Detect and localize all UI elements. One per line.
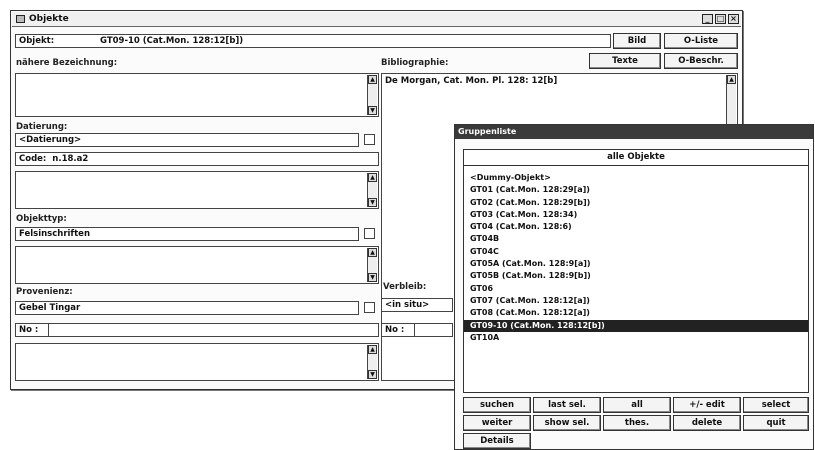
quit-button[interactable]: quit xyxy=(743,415,809,431)
list-item[interactable]: GT09-10 (Cat.Mon. 128:12[b]) xyxy=(464,319,808,332)
select-button[interactable]: select xyxy=(743,397,809,413)
texte-button[interactable]: Texte xyxy=(589,53,661,69)
details-button[interactable]: Details xyxy=(463,433,531,449)
code-scrollbar[interactable]: ▲ ▼ xyxy=(367,173,377,207)
code-field[interactable]: Code: n.18.a2 xyxy=(15,152,379,166)
scroll-up-icon[interactable]: ▲ xyxy=(368,345,377,354)
objekttyp-textarea[interactable]: ▲ ▼ xyxy=(15,246,379,284)
code-value: n.18.a2 xyxy=(52,154,89,164)
scroll-up-icon[interactable]: ▲ xyxy=(368,75,377,84)
title-bar[interactable]: Objekte _ □ × xyxy=(12,12,741,27)
list-item[interactable]: GT01 (Cat.Mon. 128:29[a]) xyxy=(464,184,808,196)
objekt-label: Objekt: xyxy=(19,36,55,46)
maximize-button[interactable]: □ xyxy=(715,14,726,24)
no-divider xyxy=(48,324,49,336)
no-divider-right xyxy=(414,324,415,336)
objekttyp-field[interactable]: Felsinschriften xyxy=(15,227,359,241)
list-item[interactable]: GT06 xyxy=(464,283,808,295)
bild-button[interactable]: Bild xyxy=(613,33,661,49)
scroll-down-icon[interactable]: ▼ xyxy=(368,370,377,379)
list-item[interactable]: GT04 (Cat.Mon. 128:6) xyxy=(464,221,808,233)
bibliographie-value: De Morgan, Cat. Mon. Pl. 128: 12[b] xyxy=(385,76,558,86)
show-sel-button[interactable]: show sel. xyxy=(533,415,601,431)
scroll-up-icon[interactable]: ▲ xyxy=(727,75,736,84)
objekt-value: GT09-10 (Cat.Mon. 128:12[b]) xyxy=(100,36,244,46)
objekttyp-label: Objekttyp: xyxy=(16,214,67,224)
provenienz-field[interactable]: Gebel Tingar xyxy=(15,301,359,315)
code-label: Code: xyxy=(19,154,47,164)
list-item[interactable]: GT04C xyxy=(464,246,808,258)
provenienz-label: Provenienz: xyxy=(16,287,73,297)
gruppenliste-window: Gruppenliste alle Objekte <Dummy-Objekt>… xyxy=(454,124,814,450)
all-button[interactable]: all xyxy=(603,397,671,413)
code-textarea[interactable]: ▲ ▼ xyxy=(15,171,379,209)
scroll-up-icon[interactable]: ▲ xyxy=(368,248,377,257)
no-label-right: No : xyxy=(385,325,405,335)
naehere-bezeichnung-label: nähere Bezeichnung: xyxy=(16,58,118,68)
list-item[interactable]: GT05A (Cat.Mon. 128:9[a]) xyxy=(464,258,808,270)
suchen-button[interactable]: suchen xyxy=(463,397,531,413)
object-list[interactable]: alle Objekte <Dummy-Objekt> GT01 (Cat.Mon… xyxy=(463,149,809,393)
list-item[interactable]: GT03 (Cat.Mon. 128:34) xyxy=(464,209,808,221)
scroll-down-icon[interactable]: ▼ xyxy=(368,198,377,207)
verbleib-field[interactable]: <in situ> xyxy=(381,298,453,312)
objekttyp-scrollbar[interactable]: ▲ ▼ xyxy=(367,248,377,282)
objekt-field[interactable]: Objekt: GT09-10 (Cat.Mon. 128:12[b]) xyxy=(15,34,611,48)
gruppenliste-title-bar[interactable]: Gruppenliste xyxy=(455,125,813,139)
window-icon xyxy=(16,15,25,23)
o-beschr-button[interactable]: O-Beschr. xyxy=(664,53,738,69)
no-label: No : xyxy=(19,325,39,335)
no-scrollbar[interactable]: ▲ ▼ xyxy=(367,345,377,379)
datierung-checkbox[interactable] xyxy=(364,134,375,145)
datierung-field[interactable]: <Datierung> xyxy=(15,133,359,147)
scroll-up-icon[interactable]: ▲ xyxy=(368,173,377,182)
list-items: <Dummy-Objekt> GT01 (Cat.Mon. 128:29[a]) G… xyxy=(464,172,808,344)
weiter-button[interactable]: weiter xyxy=(463,415,531,431)
last-sel-button[interactable]: last sel. xyxy=(533,397,601,413)
list-item[interactable]: GT08 (Cat.Mon. 128:12[a]) xyxy=(464,307,808,319)
list-item[interactable]: GT10A xyxy=(464,332,808,344)
verbleib-label: Verbleib: xyxy=(383,282,427,292)
no-field[interactable]: No : xyxy=(15,323,379,337)
no-field-right[interactable]: No : xyxy=(381,323,453,337)
no-textarea[interactable]: ▲ ▼ xyxy=(15,343,379,381)
provenienz-checkbox[interactable] xyxy=(364,302,375,313)
plus-minus-edit-button[interactable]: +/- edit xyxy=(673,397,741,413)
scroll-down-icon[interactable]: ▼ xyxy=(368,273,377,282)
datierung-label: Datierung: xyxy=(16,122,68,132)
list-item[interactable]: GT05B (Cat.Mon. 128:9[b]) xyxy=(464,270,808,282)
list-item[interactable]: GT02 (Cat.Mon. 128:29[b]) xyxy=(464,197,808,209)
window-title: Objekte xyxy=(29,14,69,24)
naehere-bezeichnung-scrollbar[interactable]: ▲ ▼ xyxy=(367,75,377,115)
scroll-down-icon[interactable]: ▼ xyxy=(368,106,377,115)
thes-button[interactable]: thes. xyxy=(603,415,671,431)
delete-button[interactable]: delete xyxy=(673,415,741,431)
naehere-bezeichnung-textarea[interactable]: ▲ ▼ xyxy=(15,73,379,117)
list-item[interactable]: GT07 (Cat.Mon. 128:12[a]) xyxy=(464,295,808,307)
close-button[interactable]: × xyxy=(728,14,739,24)
list-item[interactable]: <Dummy-Objekt> xyxy=(464,172,808,184)
list-item[interactable]: GT04B xyxy=(464,233,808,245)
o-liste-button[interactable]: O-Liste xyxy=(664,33,738,49)
objekttyp-checkbox[interactable] xyxy=(364,228,375,239)
minimize-button[interactable]: _ xyxy=(702,14,713,24)
list-header: alle Objekte xyxy=(464,150,808,166)
bibliographie-label: Bibliographie: xyxy=(381,58,449,68)
